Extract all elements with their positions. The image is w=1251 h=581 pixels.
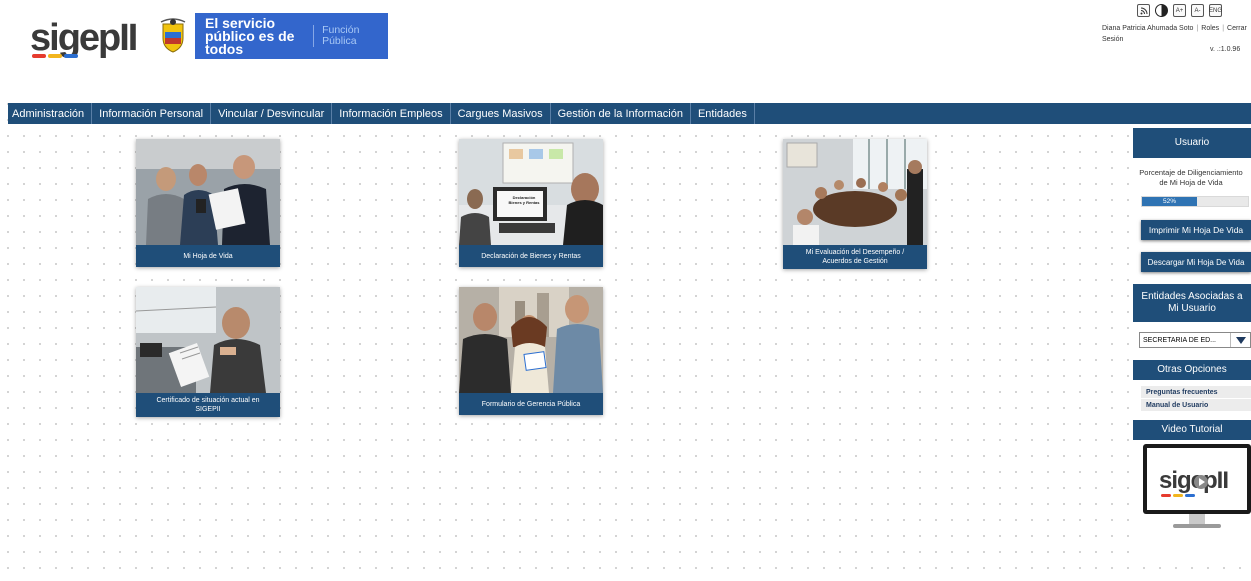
tile-photo (136, 287, 280, 393)
svg-text:sigepII: sigepII (30, 17, 137, 59)
nav-cargues-masivos[interactable]: Cargues Masivos (451, 103, 551, 124)
nav-informacion-empleos[interactable]: Información Empleos (332, 103, 451, 124)
accessibility-toolbar: A+ A- ENG (1137, 4, 1222, 17)
tile-declaracion-bienes-rentas[interactable]: Declaración Bienes y Rentas Declaración … (459, 139, 603, 267)
hoja-vida-progress-bar: 52% (1141, 196, 1249, 207)
main-navbar: Administración Información Personal Vinc… (8, 103, 1251, 124)
colombia-shield-icon (150, 13, 195, 59)
english-language-button[interactable]: ENG (1209, 4, 1222, 17)
user-info-line: Diana Patricia Ahumada Soto | Roles | Cerrar (1102, 25, 1247, 32)
page-header: sigepII El servicio público es de todos … (0, 0, 1251, 100)
entidad-select[interactable]: SECRETARIA DE ED... (1139, 332, 1251, 348)
tile-caption: Declaración de Bienes y Rentas (459, 245, 603, 267)
tile-caption: Certificado de situación actual en SIGEP… (136, 393, 280, 417)
logout-link-continued[interactable]: Sesión (1102, 36, 1123, 43)
video-tutorial-header: Video Tutorial (1133, 420, 1251, 440)
tile-mi-hoja-de-vida[interactable]: Mi Hoja de Vida (136, 139, 280, 267)
tile-photo: Declaración Bienes y Rentas (459, 139, 603, 245)
roles-link[interactable]: Roles (1201, 25, 1219, 32)
otras-opciones-header: Otras Opciones (1133, 360, 1251, 380)
tile-photo (459, 287, 603, 393)
manual-usuario-link[interactable]: Manual de Usuario (1141, 399, 1251, 412)
decrease-font-button[interactable]: A- (1191, 4, 1204, 17)
tile-photo (136, 139, 280, 245)
user-sidebar: Usuario Porcentaje de Diligenciamiento d… (1131, 128, 1251, 560)
entidades-asociadas-header: Entidades Asociadas a Mi Usuario (1133, 284, 1251, 322)
gov-slogan: El servicio público es de todos (205, 14, 295, 57)
contrast-icon[interactable] (1155, 4, 1168, 17)
video-tutorial-player[interactable]: sigepII (1143, 444, 1251, 534)
nav-vincular-desvincular[interactable]: Vincular / Desvincular (211, 103, 333, 124)
tile-photo (783, 139, 927, 245)
imprimir-hoja-vida-button[interactable]: Imprimir Mi Hoja De Vida (1141, 220, 1251, 240)
tile-caption: Formulario de Gerencia Pública (459, 393, 603, 415)
nav-gestion-informacion[interactable]: Gestión de la Información (551, 103, 691, 124)
increase-font-button[interactable]: A+ (1173, 4, 1186, 17)
nav-entidades[interactable]: Entidades (691, 103, 755, 124)
tile-gerencia-publica[interactable]: Formulario de Gerencia Pública (459, 287, 603, 415)
tile-certificado-situacion[interactable]: Certificado de situación actual en SIGEP… (136, 287, 280, 417)
descargar-hoja-vida-button[interactable]: Descargar Mi Hoja De Vida (1141, 252, 1251, 272)
rss-icon[interactable] (1137, 4, 1150, 17)
nav-informacion-personal[interactable]: Información Personal (92, 103, 212, 124)
svg-text:sigepII: sigepII (1159, 467, 1228, 494)
sigep-logo[interactable]: sigepII (30, 14, 140, 60)
usuario-header: Usuario (1133, 128, 1251, 158)
tile-caption: Mi Evaluación del Desempeño / Acuerdos d… (783, 245, 927, 269)
version-label: v. .:1.0.96 (1210, 46, 1241, 53)
nav-administracion[interactable]: Administración (8, 103, 93, 124)
user-name: Diana Patricia Ahumada Soto (1102, 25, 1194, 32)
logout-link[interactable]: Cerrar (1227, 25, 1247, 32)
entidad-selected-value: SECRETARIA DE ED... (1143, 336, 1216, 344)
funcion-publica-label: Función Pública (313, 25, 388, 47)
preguntas-frecuentes-link[interactable]: Preguntas frecuentes (1141, 386, 1251, 399)
tile-evaluacion-desempeno[interactable]: Mi Evaluación del Desempeño / Acuerdos d… (783, 139, 927, 269)
gov-co-banner: El servicio público es de todos Función … (150, 13, 388, 59)
declaracion-sign: Declaración Bienes y Rentas (508, 195, 540, 205)
tile-caption: Mi Hoja de Vida (136, 245, 280, 267)
chevron-down-icon[interactable] (1230, 333, 1250, 347)
progress-fill: 52% (1142, 197, 1198, 206)
progress-label: Porcentaje de Diligenciamiento de Mi Hoj… (1139, 168, 1243, 187)
